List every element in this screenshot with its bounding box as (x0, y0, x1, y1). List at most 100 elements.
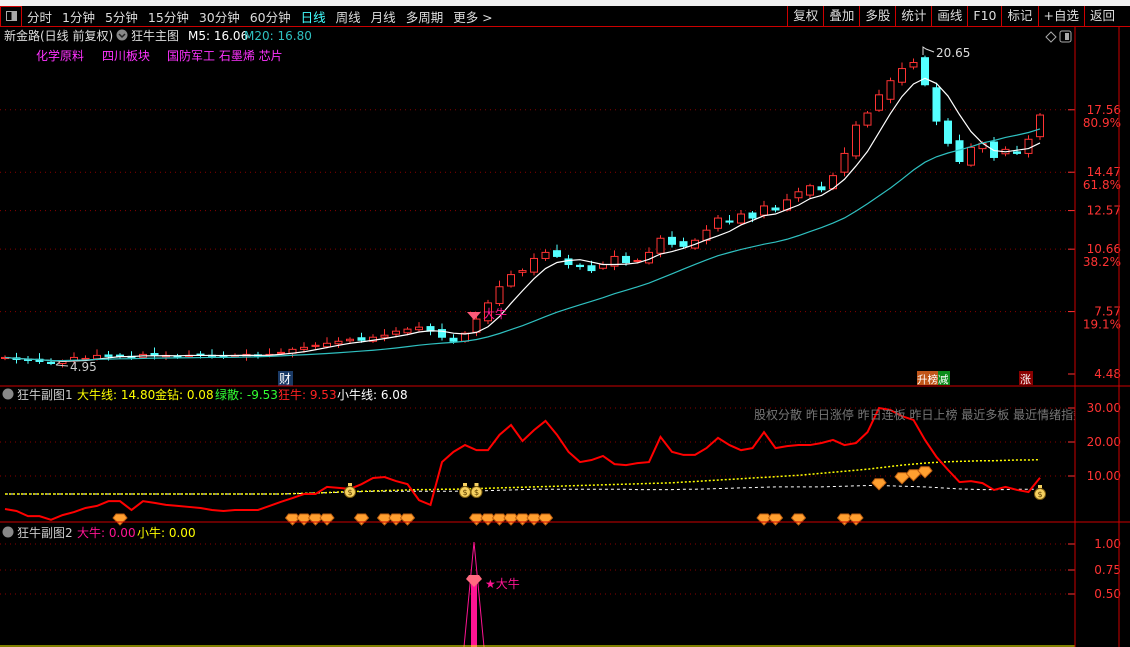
gold-diamond-icon (353, 513, 370, 526)
candle (829, 172, 837, 191)
bull-line (4, 406, 1041, 521)
sub1-tick: 10.00 (1087, 469, 1121, 483)
diamond-signal-icon (466, 575, 482, 587)
price-tick: 14.47 (1087, 165, 1121, 179)
candle (553, 244, 561, 259)
gold-diamond-icon (296, 513, 312, 526)
gold-diamond-icon (537, 513, 554, 526)
toolbar-button[interactable]: 叠加 (823, 6, 859, 27)
candle (495, 280, 504, 306)
toolbar-button[interactable]: 多股 (859, 6, 895, 27)
sector-tag[interactable]: 国防军工 石墨烯 芯片 (167, 48, 283, 63)
candle (725, 214, 734, 225)
gold-diamond-icon (480, 513, 496, 526)
toolbar-button[interactable]: 返回 (1083, 6, 1120, 27)
toolbar-button[interactable]: 标记 (1001, 6, 1037, 27)
pct-tick: 61.8% (1083, 178, 1121, 192)
sub2-dropdown-icon[interactable] (2, 526, 14, 538)
sector-tag[interactable]: 化学原料 (36, 48, 84, 63)
big-bull-signal-label: 大牛 (483, 306, 507, 321)
candle (426, 323, 435, 336)
period-tab[interactable]: 分时 (22, 7, 57, 26)
rank-up-badge-text: 升榜 (917, 373, 938, 386)
period-tab[interactable]: 15分钟 (143, 7, 194, 26)
toolbar-button[interactable]: +自选 (1037, 6, 1084, 27)
chart-area[interactable]: 新金路(日线 前复权) 狂牛主图 M5: 16.06 M20: 16.80 化学… (0, 27, 1130, 647)
pct-tick: 80.9% (1083, 116, 1121, 130)
diamond-icon[interactable] (1045, 31, 1057, 43)
candle (116, 353, 124, 359)
panel-toggle-icon[interactable] (0, 5, 22, 27)
small-bull-value: 小牛: 0.00 (137, 525, 196, 540)
svg-text:$: $ (347, 488, 352, 497)
money-bag-icon: $ (459, 483, 471, 498)
candle (794, 187, 803, 202)
big-bull-value: 大牛: 0.00 (77, 525, 136, 540)
sub1-tick: 20.00 (1087, 435, 1121, 449)
sub2-title[interactable]: 狂牛副图2 (17, 525, 73, 540)
gold-diamond-icon (307, 513, 324, 526)
candle (576, 263, 584, 270)
gold-diamond-icon (388, 513, 404, 526)
m5-value: M5: 16.06 (188, 29, 248, 43)
stock-title: 新金路(日线 前复权) (4, 28, 113, 43)
period-tab[interactable]: 月线 (366, 7, 401, 26)
big-line-value: 大牛线: 14.80 (77, 387, 155, 402)
money-bag-icon: $ (470, 483, 483, 498)
gold-diamond-icon (376, 513, 393, 526)
gold-diamond-icon (836, 513, 853, 526)
period-tabs: 分时 1分钟 5分钟 15分钟 30分钟 60分钟 日线 周线 月线 多周期 更多 > (22, 7, 498, 26)
candle (817, 181, 826, 193)
sub2-signal-label: ★大牛 (485, 576, 520, 591)
gold-diamond-icon (468, 513, 485, 526)
period-tab[interactable]: 1分钟 (57, 7, 100, 26)
toolbar-button[interactable]: F10 (967, 6, 1001, 27)
period-tab[interactable]: 5分钟 (100, 7, 143, 26)
big-bull-line (5, 458, 1041, 495)
period-tab[interactable]: 更多 > (448, 7, 497, 26)
candle (610, 250, 619, 271)
gold-diamond-value: 金钻: 0.08 (155, 387, 214, 402)
gold-diamond-icon (848, 513, 864, 526)
candle (944, 118, 952, 147)
candle (599, 261, 607, 270)
toolbar-button[interactable]: 统计 (895, 6, 931, 27)
candle (369, 334, 377, 343)
candle (564, 254, 573, 269)
candle (932, 82, 941, 126)
pct-tick: 38.2% (1083, 255, 1121, 269)
green-scatter-value: 绿散: -9.53 (215, 387, 278, 402)
period-tab[interactable]: 30分钟 (194, 7, 245, 26)
small-line-value: 小牛线: 6.08 (337, 387, 408, 402)
toolbar-button[interactable]: 复权 (787, 6, 823, 27)
main-indicator-name[interactable]: 狂牛主图 (131, 28, 179, 43)
gold-diamond-icon (491, 513, 508, 526)
price-tick: 7.57 (1094, 305, 1121, 319)
candle (875, 89, 883, 112)
toolbar-button[interactable]: 画线 (931, 6, 967, 27)
sector-tag[interactable]: 四川板块 (102, 49, 150, 63)
price-tick: 10.66 (1087, 242, 1121, 256)
period-tab[interactable]: 多周期 (401, 7, 449, 26)
sub2-tick: 0.50 (1094, 587, 1121, 601)
candle (909, 58, 918, 70)
period-tab[interactable]: 日线 (296, 7, 331, 26)
ma5-line (4, 77, 1041, 362)
sub1-overlay-text: 股权分散 昨日涨停 昨日连板 昨日上榜 最近多板 最近情绪指数 (754, 407, 1085, 422)
candle (806, 183, 814, 199)
candle (541, 249, 550, 261)
gold-diamond-icon (526, 513, 542, 526)
candle (47, 358, 55, 366)
period-toolbar: 分时 1分钟 5分钟 15分钟 30分钟 60分钟 日线 周线 月线 多周期 更多 > 复权 叠加 多股… (0, 5, 1130, 27)
sub1-title[interactable]: 狂牛副图1 (17, 387, 73, 402)
finance-badge-text: 财 (279, 372, 291, 386)
candle (311, 342, 320, 349)
indicator-dropdown-icon[interactable] (116, 29, 128, 41)
period-tab[interactable]: 60分钟 (245, 7, 296, 26)
svg-text:$: $ (1037, 490, 1042, 499)
sub1-dropdown-icon[interactable] (2, 388, 14, 400)
money-bag-icon: $ (1034, 485, 1046, 500)
candle (898, 62, 906, 86)
high-price-label: 20.65 (936, 46, 970, 60)
period-tab[interactable]: 周线 (331, 7, 366, 26)
